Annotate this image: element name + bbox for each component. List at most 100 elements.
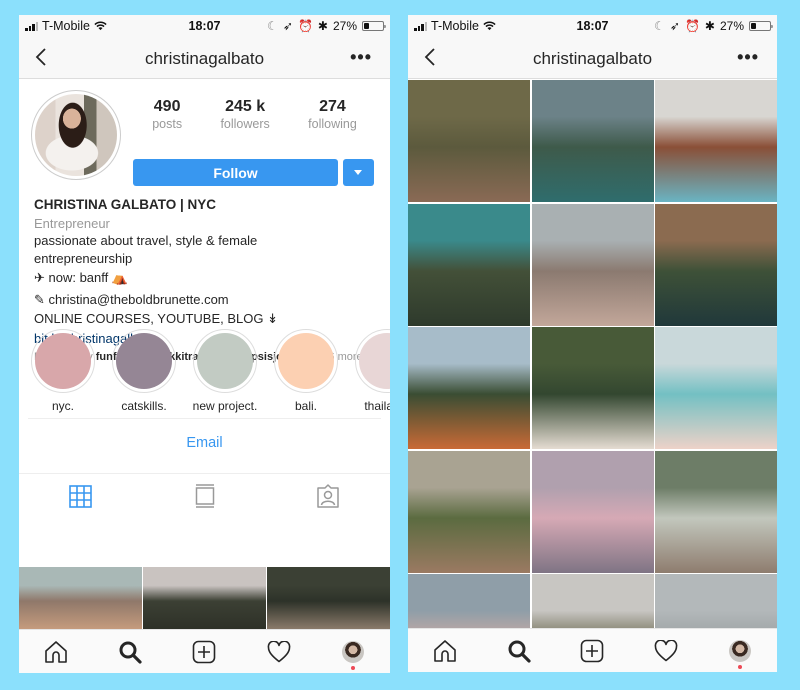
stat-followers[interactable]: 245 k followers — [220, 98, 269, 131]
tab-search[interactable] — [504, 636, 534, 666]
status-bar: T-Mobile 18:07 ☾ ➶ ⏰ ✱ 27% — [408, 15, 777, 37]
highlight-cover — [359, 333, 390, 389]
tab-feed[interactable] — [143, 474, 267, 518]
page-title: christinagalbato — [144, 49, 265, 68]
profile-stats: 490 posts 245 k followers 274 following — [133, 98, 376, 131]
post-thumbnail[interactable] — [655, 203, 777, 326]
bluetooth-icon: ✱ — [704, 19, 715, 33]
highlight-label: nyc. — [51, 399, 74, 413]
tab-home[interactable] — [41, 637, 71, 667]
profile-avatar[interactable] — [31, 90, 121, 180]
post-thumbnail[interactable] — [655, 450, 777, 573]
bio-line: entrepreneurship — [34, 250, 133, 266]
tab-search[interactable] — [115, 637, 145, 667]
battery-percent: 27% — [719, 19, 744, 33]
more-options-icon[interactable]: ••• — [350, 47, 372, 68]
profile-avatar-icon — [729, 639, 752, 662]
notification-dot — [738, 664, 743, 669]
post-thumbnail[interactable] — [408, 450, 530, 573]
bio-line: passionate about travel, style & female — [34, 233, 258, 248]
highlight-item[interactable]: bali. — [271, 329, 341, 413]
stat-label: followers — [220, 117, 270, 131]
phone-screen-grid: T-Mobile 18:07 ☾ ➶ ⏰ ✱ 27% christinagalb… — [408, 15, 777, 672]
stat-following[interactable]: 274 following — [308, 98, 357, 131]
alarm-icon: ⏰ — [297, 19, 313, 33]
bluetooth-icon: ✱ — [317, 19, 328, 33]
post-thumbnail[interactable] — [655, 80, 777, 202]
notification-dot — [350, 665, 355, 670]
battery-icon — [362, 21, 386, 31]
highlight-item[interactable]: catskills. — [109, 329, 179, 413]
stat-value: 245 k — [225, 98, 266, 115]
post-grid — [19, 567, 390, 629]
highlight-label: catskills. — [121, 399, 167, 413]
search-icon — [508, 640, 531, 663]
post-thumbnail[interactable] — [408, 327, 530, 449]
tab-new-post[interactable] — [577, 636, 607, 666]
post-thumbnail[interactable] — [143, 567, 266, 629]
stat-value: 274 — [319, 98, 346, 115]
follow-button[interactable]: Follow — [133, 159, 338, 186]
add-post-icon — [193, 640, 216, 663]
divider — [28, 418, 381, 419]
home-icon — [434, 639, 456, 662]
heart-icon — [654, 639, 678, 661]
stat-label: posts — [152, 117, 183, 131]
add-post-icon — [581, 639, 604, 662]
moon-icon: ☾ — [654, 19, 665, 33]
post-thumbnail[interactable] — [267, 567, 390, 629]
nav-bar: christinagalbato ••• — [19, 37, 390, 79]
post-thumbnail[interactable] — [408, 203, 530, 326]
search-icon — [119, 641, 142, 664]
highlight-label: new project. — [192, 399, 258, 413]
grid-icon — [69, 484, 93, 508]
suggested-accounts-dropdown-button[interactable] — [343, 159, 374, 186]
tab-tagged[interactable] — [266, 474, 390, 518]
email-button[interactable]: Email — [19, 425, 390, 461]
stat-value: 490 — [153, 98, 181, 115]
highlight-cover — [116, 333, 172, 389]
phone-screen-profile: T-Mobile 18:07 ☾ ➶ ⏰ ✱ 27% christinagalb… — [19, 15, 390, 673]
bio-line: ONLINE COURSES, YOUTUBE, BLOG ↡ — [34, 311, 278, 326]
tab-profile[interactable] — [725, 636, 755, 669]
tab-grid[interactable] — [19, 474, 143, 518]
nav-bar: christinagalbato ••• — [408, 37, 777, 79]
post-thumbnail[interactable] — [531, 203, 654, 326]
tab-new-post[interactable] — [189, 637, 219, 667]
post-thumbnail[interactable] — [408, 80, 530, 202]
highlight-label: thailand. — [364, 399, 390, 413]
highlight-item[interactable]: nyc. — [28, 329, 98, 413]
location-icon: ➶ — [282, 19, 293, 33]
post-thumbnail[interactable] — [655, 327, 777, 449]
stat-posts[interactable]: 490 posts — [152, 98, 182, 131]
tab-activity[interactable] — [264, 637, 294, 667]
profile-category: Entrepreneur — [34, 215, 110, 231]
avatar-image — [35, 94, 117, 176]
post-thumbnail[interactable] — [531, 327, 654, 449]
tab-activity[interactable] — [651, 636, 681, 666]
bottom-tab-bar — [19, 629, 390, 673]
more-options-icon[interactable]: ••• — [737, 47, 759, 68]
profile-tabs — [19, 474, 390, 518]
highlight-cover — [278, 333, 334, 389]
moon-icon: ☾ — [267, 19, 278, 33]
bio-email: ✎ christina@theboldbrunette.com — [34, 291, 229, 307]
profile-avatar-icon — [341, 640, 364, 663]
post-thumbnail[interactable] — [19, 567, 142, 629]
highlight-item[interactable]: new project. — [190, 329, 260, 413]
profile-name: CHRISTINA GALBATO | NYC — [34, 197, 217, 212]
highlight-item[interactable]: thailand. — [352, 329, 390, 413]
tab-profile[interactable] — [338, 637, 368, 670]
stat-label: following — [308, 117, 357, 131]
highlight-cover — [35, 333, 91, 389]
bio-line: ✈ now: banff ⛺ — [34, 270, 129, 285]
tab-home[interactable] — [430, 636, 460, 666]
highlight-cover — [197, 333, 253, 389]
post-grid — [408, 80, 777, 672]
home-icon — [45, 640, 67, 663]
highlight-label: bali. — [294, 399, 317, 413]
location-icon: ➶ — [669, 19, 680, 33]
post-thumbnail[interactable] — [531, 80, 654, 202]
post-thumbnail[interactable] — [531, 450, 654, 573]
alarm-icon: ⏰ — [684, 19, 700, 33]
